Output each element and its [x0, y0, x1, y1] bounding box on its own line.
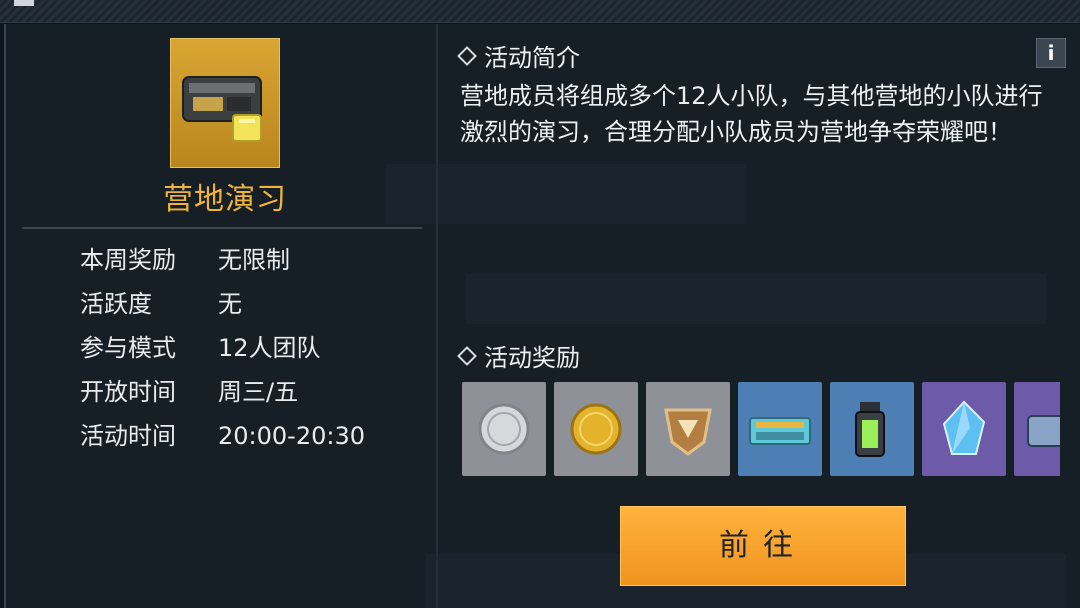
- gold-coin-icon: [570, 403, 622, 455]
- diamond-icon: [457, 345, 477, 366]
- info-button[interactable]: i: [1036, 38, 1066, 68]
- activity-summary: 营地演习 本周奖励 无限制 活跃度 无 参与模式 12人团队 开放时间 周三/五 活动时…: [12, 24, 438, 608]
- intro-title: 活动简介: [457, 38, 580, 73]
- corner-mark: [14, 0, 34, 6]
- reward-crate[interactable]: [738, 382, 822, 476]
- activity-name: 营地演习: [163, 182, 287, 217]
- reward-list: [462, 382, 1060, 476]
- info-label: 开放时间: [80, 378, 176, 406]
- activity-details: 活动简介 i 营地成员将组成多个12人小队，与其他营地的小队进行激烈的演习，合理…: [446, 24, 1066, 608]
- grenade-icon: [855, 402, 885, 457]
- crate-icon: [749, 417, 811, 445]
- case-icon: [1027, 415, 1060, 447]
- column-separator: [436, 24, 438, 608]
- reward-gold-coin[interactable]: [554, 382, 638, 476]
- activity-panel: 营地演习 本周奖励 无限制 活跃度 无 参与模式 12人团队 开放时间 周三/五 活动时…: [4, 24, 1080, 608]
- top-bar: [0, 0, 1080, 23]
- silver-coin-icon: [478, 403, 530, 455]
- crystal-icon: [942, 400, 986, 455]
- info-value: 无: [218, 290, 242, 318]
- diamond-icon: [457, 45, 477, 66]
- info-row-open-days: 开放时间 周三/五: [80, 372, 298, 408]
- intro-description: 营地成员将组成多个12人小队，与其他营地的小队进行激烈的演习，合理分配小队成员为…: [460, 82, 1043, 146]
- activity-chest-icon: [170, 38, 280, 168]
- info-label: 本周奖励: [80, 246, 176, 274]
- info-value: 周三/五: [218, 378, 299, 406]
- badge-icon: [664, 408, 712, 456]
- reward-grenade[interactable]: [830, 382, 914, 476]
- info-label: 活动时间: [80, 422, 176, 450]
- reward-crystal[interactable]: [922, 382, 1006, 476]
- info-value: 12人团队: [218, 334, 321, 362]
- rewards-title: 活动奖励: [457, 338, 580, 373]
- info-row-mode: 参与模式 12人团队: [80, 328, 321, 364]
- go-button[interactable]: 前往: [620, 506, 906, 586]
- divider: [22, 227, 422, 229]
- info-row-activity-points: 活跃度 无: [80, 284, 242, 320]
- intro-title-text: 活动简介: [484, 44, 580, 72]
- info-label: 参与模式: [80, 334, 176, 362]
- info-row-weekly-reward: 本周奖励 无限制: [80, 240, 290, 276]
- reward-silver-coin[interactable]: [462, 382, 546, 476]
- info-row-time: 活动时间 20:00-20:30: [80, 416, 365, 452]
- info-value: 20:00-20:30: [218, 422, 365, 450]
- reward-case[interactable]: [1014, 382, 1060, 476]
- rewards-title-text: 活动奖励: [484, 344, 580, 372]
- info-label: 活跃度: [80, 290, 152, 318]
- reward-badge[interactable]: [646, 382, 730, 476]
- info-value: 无限制: [218, 246, 290, 274]
